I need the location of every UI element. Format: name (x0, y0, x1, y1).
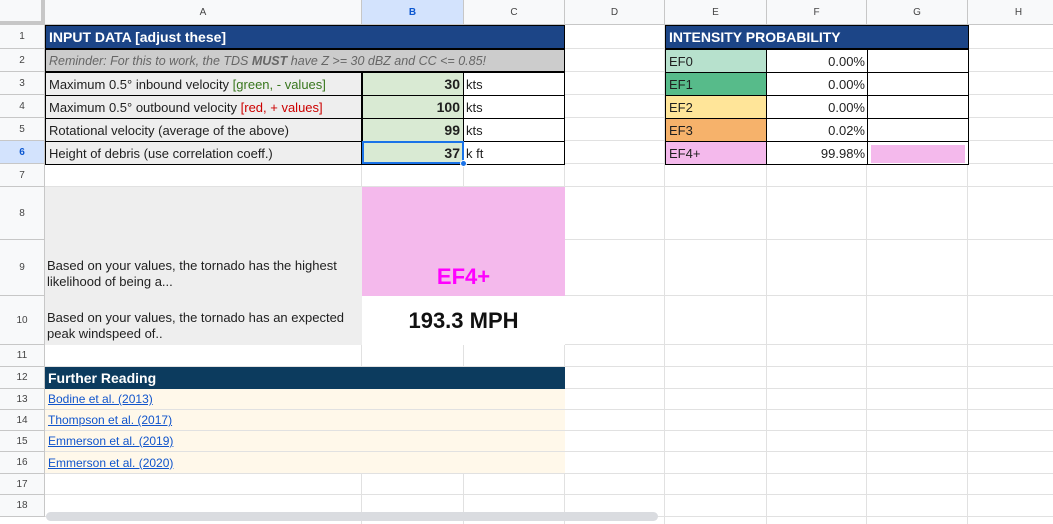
row-header[interactable]: 14 (0, 410, 45, 431)
intensity-percent-cell[interactable]: 0.00% (766, 49, 868, 73)
intensity-bar-cell[interactable] (867, 141, 969, 165)
intensity-label-cell[interactable]: EF2 (665, 95, 767, 119)
reminder-emphasis: MUST (251, 53, 288, 68)
reminder-text: Reminder: For this to work, the TDS (49, 53, 252, 68)
selected-cell-outline (362, 141, 464, 164)
row-header[interactable]: 4 (0, 95, 45, 118)
row-header[interactable]: 3 (0, 72, 45, 95)
input-label: Maximum 0.5° outbound velocity (49, 99, 241, 115)
row-header[interactable]: 12 (0, 367, 45, 389)
row-header[interactable]: 10 (0, 296, 45, 345)
intensity-percent-cell[interactable]: 0.00% (766, 72, 868, 96)
further-reading-header[interactable]: Further Reading (45, 367, 565, 389)
intensity-bar (871, 145, 965, 163)
windspeed-label-cell[interactable]: Based on your values, the tornado has an… (45, 296, 362, 345)
grid-line-horizontal (45, 473, 1053, 474)
input-unit-cell[interactable]: kts (463, 95, 565, 119)
row-header[interactable]: 11 (0, 345, 45, 367)
row-header[interactable]: 5 (0, 118, 45, 141)
intensity-percent-cell[interactable]: 0.02% (766, 118, 868, 142)
windspeed-label: Based on your values, the tornado has an… (47, 310, 345, 341)
row-header[interactable]: 6 (0, 141, 45, 164)
further-reading-link[interactable]: Thompson et al. (2017) (45, 410, 565, 430)
input-label-cell[interactable]: Rotational velocity (average of the abov… (45, 118, 362, 142)
reminder-cell[interactable]: Reminder: For this to work, the TDS MUST… (45, 49, 565, 72)
further-reading-link[interactable]: Emmerson et al. (2019) (45, 431, 565, 451)
column-header[interactable]: E (665, 0, 767, 25)
further-reading-link[interactable]: Emmerson et al. (2020) (45, 452, 565, 473)
input-label: Height of debris (use correlation coeff.… (49, 145, 273, 161)
further-reading-link[interactable]: Bodine et al. (2013) (45, 389, 565, 409)
intensity-label-cell[interactable]: EF0 (665, 49, 767, 73)
reminder-text-end: have Z >= 30 dBZ and CC <= 0.85! (287, 53, 487, 68)
horizontal-scrollbar[interactable] (46, 512, 658, 521)
input-label-cell[interactable]: Maximum 0.5° outbound velocity [red, + v… (45, 95, 362, 119)
row-header[interactable]: 13 (0, 389, 45, 410)
select-all-corner[interactable] (0, 0, 45, 25)
intensity-label-cell[interactable]: EF4+ (665, 141, 767, 165)
column-header[interactable]: A (45, 0, 362, 25)
intensity-bar-cell[interactable] (867, 49, 969, 73)
row-header[interactable]: 18 (0, 495, 45, 517)
intensity-label-cell[interactable]: EF1 (665, 72, 767, 96)
input-label: Maximum 0.5° inbound velocity (49, 76, 233, 92)
grid-line-horizontal (45, 494, 1053, 495)
input-note: [green, - values] (232, 76, 326, 92)
row-header[interactable]: 15 (0, 431, 45, 452)
input-unit-cell[interactable]: kts (463, 118, 565, 142)
rating-value: EF4+ (436, 264, 491, 289)
row-header[interactable]: 7 (0, 164, 45, 187)
intensity-header[interactable]: INTENSITY PROBABILITY (665, 25, 969, 49)
column-header[interactable]: H (968, 0, 1053, 25)
input-unit-cell[interactable]: k ft (463, 141, 565, 165)
intensity-bar-cell[interactable] (867, 95, 969, 119)
column-header[interactable]: B (362, 0, 464, 25)
windspeed-cell[interactable]: 193.3 MPH (362, 296, 565, 345)
row-header[interactable]: 1 (0, 25, 45, 49)
rating-cell[interactable]: EF4+ (362, 187, 565, 296)
row-header[interactable]: 17 (0, 474, 45, 495)
column-header[interactable]: C (464, 0, 565, 25)
input-value-cell[interactable]: 100 (362, 95, 464, 119)
input-value-cell[interactable]: 99 (362, 118, 464, 142)
intensity-bar-cell[interactable] (867, 72, 969, 96)
input-label-cell[interactable]: Height of debris (use correlation coeff.… (45, 141, 362, 165)
intensity-percent-cell[interactable]: 99.98% (766, 141, 868, 165)
row-header[interactable]: 2 (0, 49, 45, 72)
column-header[interactable]: G (867, 0, 968, 25)
fill-handle[interactable] (460, 160, 467, 167)
windspeed-value: 193.3 MPH (408, 307, 519, 333)
row-header[interactable]: 16 (0, 452, 45, 474)
column-header[interactable]: F (767, 0, 867, 25)
input-label-cell[interactable]: Maximum 0.5° inbound velocity [green, - … (45, 72, 362, 96)
likelihood-label: Based on your values, the tornado has th… (47, 258, 337, 289)
row-header[interactable]: 9 (0, 240, 45, 296)
input-label: Rotational velocity (average of the abov… (49, 122, 289, 138)
likelihood-label-cell[interactable]: Based on your values, the tornado has th… (45, 187, 362, 296)
input-note: [red, + values] (240, 99, 323, 115)
row-header[interactable]: 8 (0, 187, 45, 240)
column-header[interactable]: D (565, 0, 665, 25)
input-value-cell[interactable]: 30 (362, 72, 464, 96)
intensity-bar-cell[interactable] (867, 118, 969, 142)
intensity-percent-cell[interactable]: 0.00% (766, 95, 868, 119)
input-unit-cell[interactable]: kts (463, 72, 565, 96)
intensity-label-cell[interactable]: EF3 (665, 118, 767, 142)
input-data-header[interactable]: INPUT DATA [adjust these] (45, 25, 565, 49)
